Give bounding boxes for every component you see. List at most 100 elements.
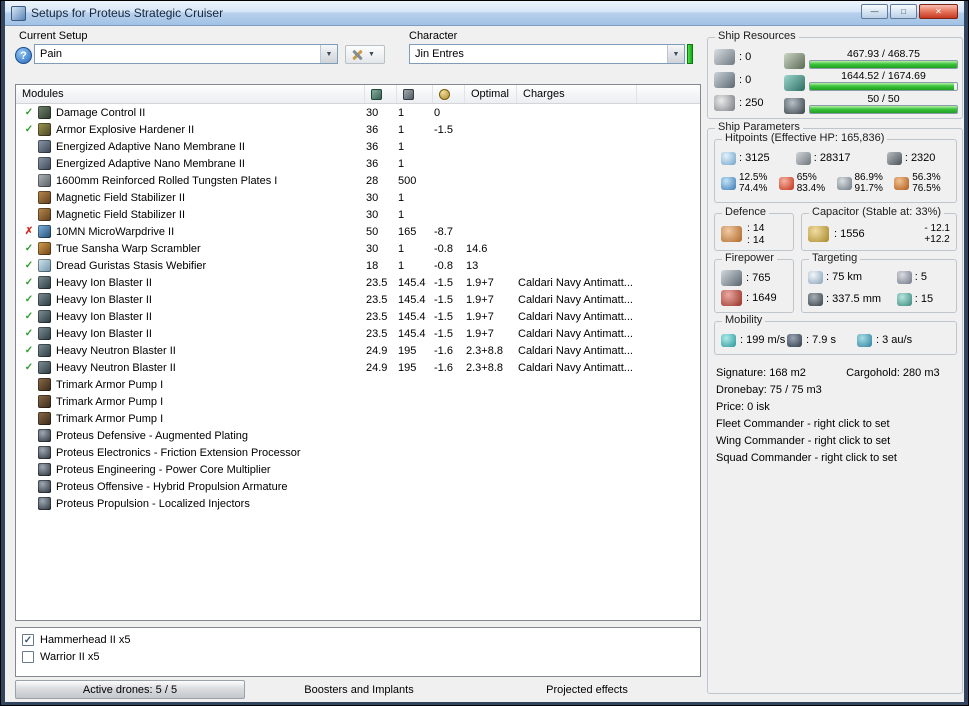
sensor-strength-value: : 15	[914, 293, 934, 305]
module-row[interactable]: ✓ Heavy Ion Blaster II 23.5 145.4 -1.5 1.9+7 C…	[16, 291, 700, 308]
modules-table[interactable]: Modules Optimal Charges ✓ Damage Control …	[15, 84, 701, 621]
current-setup-label: Current Setup	[19, 30, 88, 42]
module-name: Armor Explosive Hardener II	[56, 123, 195, 136]
turret-hardpoints-row: : 0	[714, 46, 784, 68]
module-row[interactable]: Energized Adaptive Nano Membrane II 36 1	[16, 138, 700, 155]
sensor-strength-icon	[896, 292, 912, 306]
chevron-down-icon: ▼	[368, 51, 375, 58]
defence-group: Defence : 14 : 14	[714, 206, 794, 251]
subsystem-icon	[38, 480, 51, 493]
tab-boosters-implants[interactable]: Boosters and Implants	[245, 680, 473, 699]
module-cpu: 24.9	[366, 361, 388, 374]
squad-commander[interactable]: Squad Commander - right click to set	[716, 450, 958, 467]
module-row[interactable]: ✓ Heavy Ion Blaster II 23.5 145.4 -1.5 1.9+7 C…	[16, 274, 700, 291]
module-row[interactable]: Trimark Armor Pump I	[16, 393, 700, 410]
setup-tools-button[interactable]: ▼	[345, 45, 385, 64]
drones-panel[interactable]: ✓ Hammerhead II x5 Warrior II x5	[15, 627, 701, 677]
module-row[interactable]: ✗ 10MN MicroWarpdrive II 50 165 -8.7	[16, 223, 700, 240]
module-name: Magnetic Field Stabilizer II	[56, 208, 185, 221]
dps-value: : 1649	[746, 292, 777, 305]
drone-row[interactable]: ✓ Hammerhead II x5	[16, 631, 700, 648]
module-row[interactable]: ✓ Heavy Ion Blaster II 23.5 145.4 -1.5 1.9+7 C…	[16, 308, 700, 325]
setup-select[interactable]: Pain ▼	[34, 44, 338, 64]
module-row[interactable]: 1600mm Reinforced Rolled Tungsten Plates…	[16, 172, 700, 189]
tab-projected-effects[interactable]: Projected effects	[473, 680, 701, 699]
module-cpu: 36	[366, 140, 379, 153]
setup-select-dropdown[interactable]: ▼	[320, 45, 337, 63]
volley-row: : 765	[721, 269, 791, 287]
titlebar[interactable]: Setups for Proteus Strategic Cruiser — □…	[5, 1, 964, 26]
module-row[interactable]: ✓ Damage Control II 30 1 0	[16, 104, 700, 121]
character-select-dropdown[interactable]: ▼	[667, 45, 684, 63]
module-charge[interactable]: Caldari Navy Antimatt...	[516, 294, 700, 306]
module-row[interactable]: ✓ Heavy Ion Blaster II 23.5 145.4 -1.5 1.9+7 C…	[16, 325, 700, 342]
module-row[interactable]: Proteus Engineering - Power Core Multipl…	[16, 461, 700, 478]
module-row[interactable]: Magnetic Field Stabilizer II 30 1	[16, 206, 700, 223]
module-charge[interactable]: Caldari Navy Antimatt...	[516, 362, 700, 374]
module-cap-use: -1.5	[434, 327, 453, 340]
module-row[interactable]: Proteus Defensive - Augmented Plating	[16, 427, 700, 444]
window-controls: — □ ✕	[861, 1, 958, 25]
module-powergrid: 145.4	[398, 293, 426, 306]
module-charge[interactable]: Caldari Navy Antimatt...	[516, 328, 700, 340]
cpu-row: 1644.52 / 1674.69	[784, 69, 958, 92]
module-row[interactable]: Proteus Electronics - Friction Extension…	[16, 444, 700, 461]
module-optimal: 14.6	[466, 242, 488, 255]
module-row[interactable]: ✓ Heavy Neutron Blaster II 24.9 195 -1.6 2.3+…	[16, 359, 700, 376]
tab-active-drones[interactable]: Active drones: 5 / 5	[15, 680, 245, 699]
explosive-armor-resist: 76.5%	[912, 183, 941, 194]
hybrid-turret-icon	[38, 327, 51, 340]
module-charge[interactable]: Caldari Navy Antimatt...	[516, 345, 700, 357]
module-row[interactable]: ✓ True Sansha Warp Scrambler 30 1 -0.8 14.6	[16, 240, 700, 257]
turret-hardpoints-value: : 0	[739, 51, 752, 63]
thermal-resists: 65% 83.4%	[778, 172, 837, 194]
module-row[interactable]: Magnetic Field Stabilizer II 30 1	[16, 189, 700, 206]
max-targets-icon	[896, 270, 912, 284]
help-icon[interactable]: ?	[15, 47, 32, 64]
minimize-icon: —	[870, 6, 879, 16]
character-select-value: Jin Entres	[415, 48, 464, 60]
character-select[interactable]: Jin Entres ▼	[409, 44, 685, 64]
sensor-strength-cell: : 15	[896, 288, 954, 310]
powergrid-row: 467.93 / 468.75	[784, 46, 958, 69]
module-cpu: 36	[366, 157, 379, 170]
module-charge[interactable]: Caldari Navy Antimatt...	[516, 311, 700, 323]
magnetic-field-stabilizer-icon	[38, 208, 51, 221]
drone-bandwidth-bar	[809, 105, 958, 115]
module-row[interactable]: ✓ Armor Explosive Hardener II 36 1 -1.5	[16, 121, 700, 138]
powergrid-column-header	[396, 85, 432, 103]
module-cap-use: 0	[434, 106, 441, 119]
kinetic-shield-resist: 86.9%	[854, 172, 883, 183]
nano-membrane-icon	[38, 157, 51, 170]
close-button[interactable]: ✕	[919, 4, 958, 19]
wing-commander[interactable]: Wing Commander - right click to set	[716, 433, 958, 450]
dps-row: : 1649	[721, 289, 791, 307]
module-row[interactable]: ✓ Dread Guristas Stasis Webifier 18 1 -0.8 13	[16, 257, 700, 274]
module-row[interactable]: Trimark Armor Pump I	[16, 410, 700, 427]
module-powergrid: 145.4	[398, 276, 426, 289]
module-row[interactable]: Proteus Offensive - Hybrid Propulsion Ar…	[16, 478, 700, 495]
module-name: Heavy Ion Blaster II	[56, 276, 152, 289]
thermal-shield-resist: 65%	[796, 172, 817, 183]
module-row[interactable]: Proteus Propulsion - Localized Injectors	[16, 495, 700, 512]
module-name: 10MN MicroWarpdrive II	[56, 225, 175, 238]
damage-control-icon	[38, 106, 51, 119]
scan-resolution-value: : 337.5 mm	[826, 293, 882, 305]
module-row[interactable]: ✓ Heavy Neutron Blaster II 24.9 195 -1.6 2.3+…	[16, 342, 700, 359]
drone-row[interactable]: Warrior II x5	[16, 648, 700, 665]
module-powergrid: 1	[398, 157, 405, 170]
kinetic-resists: 86.9% 91.7%	[836, 172, 895, 194]
targeting-group: Targeting : 75 km : 5 : 337.5 mm : 15	[801, 252, 957, 313]
maximize-button[interactable]: □	[890, 4, 917, 19]
fleet-commander[interactable]: Fleet Commander - right click to set	[716, 416, 958, 433]
module-row[interactable]: Trimark Armor Pump I	[16, 376, 700, 393]
calibration-value: : 250	[739, 97, 764, 109]
module-active-check-icon: ✓	[24, 293, 34, 305]
minimize-button[interactable]: —	[861, 4, 888, 19]
drone-checkbox[interactable]: ✓	[22, 633, 34, 646]
drone-checkbox[interactable]	[22, 650, 34, 663]
module-row[interactable]: Energized Adaptive Nano Membrane II 36 1	[16, 155, 700, 172]
target-range-value: : 75 km	[826, 271, 863, 283]
module-charge[interactable]: Caldari Navy Antimatt...	[516, 277, 700, 289]
module-optimal: 1.9+7	[466, 276, 494, 289]
